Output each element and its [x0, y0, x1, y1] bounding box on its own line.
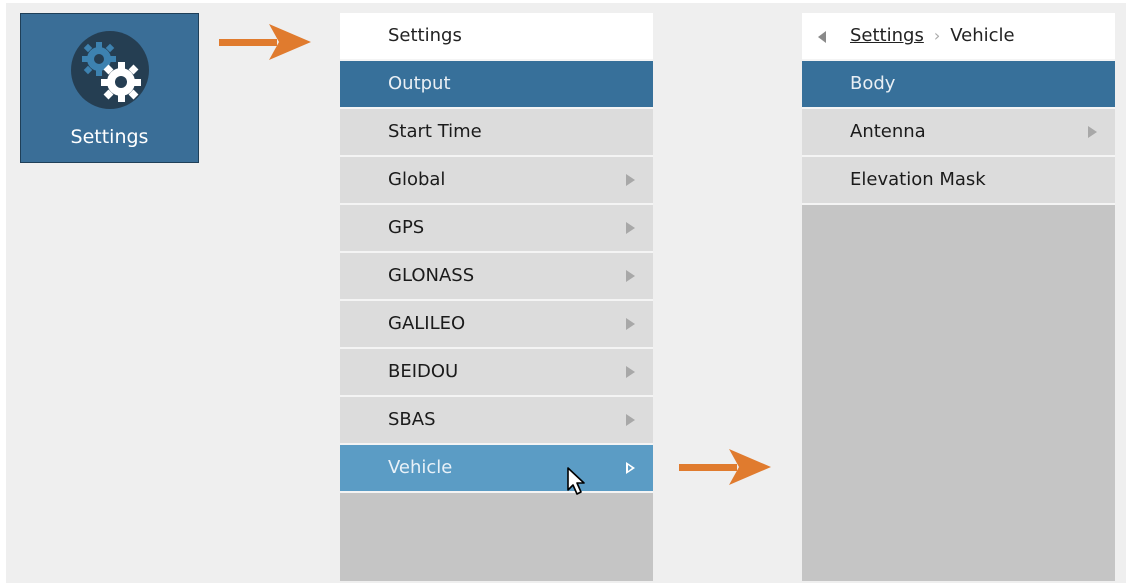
- submenu-item-label: Antenna: [850, 121, 926, 142]
- menu-title: Settings: [388, 25, 462, 46]
- breadcrumb-current: Vehicle: [950, 25, 1015, 46]
- settings-launcher-tile[interactable]: Settings: [20, 13, 199, 163]
- settings-menu: Settings Output Start Time Global GPS GL…: [340, 13, 653, 581]
- breadcrumb: Settings › Vehicle: [802, 13, 1115, 61]
- menu-item-galileo[interactable]: GALILEO: [340, 301, 653, 349]
- submenu-item-label: Body: [850, 73, 896, 94]
- back-arrow-icon[interactable]: [818, 31, 826, 43]
- menu-item-label: GLONASS: [388, 265, 475, 286]
- menu-item-start-time[interactable]: Start Time: [340, 109, 653, 157]
- menu-item-gps[interactable]: GPS: [340, 205, 653, 253]
- flow-arrow-icon: [219, 24, 311, 60]
- chevron-right-icon: [626, 414, 635, 426]
- menu-header: Settings: [340, 13, 653, 61]
- vehicle-submenu: Settings › Vehicle Body Antenna Elevation …: [802, 13, 1115, 581]
- menu-item-label: SBAS: [388, 409, 436, 430]
- menu-item-label: Vehicle: [388, 457, 453, 478]
- chevron-right-icon: [626, 462, 635, 474]
- submenu-item-antenna[interactable]: Antenna: [802, 109, 1115, 157]
- chevron-right-icon: [1088, 126, 1097, 138]
- chevron-right-icon: [626, 222, 635, 234]
- menu-item-output[interactable]: Output: [340, 61, 653, 109]
- chevron-right-icon: [626, 366, 635, 378]
- submenu-item-label: Elevation Mask: [850, 169, 986, 190]
- chevron-right-icon: [626, 318, 635, 330]
- gears-icon: [71, 31, 149, 109]
- menu-item-label: Global: [388, 169, 446, 190]
- menu-item-vehicle[interactable]: Vehicle: [340, 445, 653, 493]
- submenu-item-body[interactable]: Body: [802, 61, 1115, 109]
- submenu-item-elevation-mask[interactable]: Elevation Mask: [802, 157, 1115, 205]
- menu-item-label: BEIDOU: [388, 361, 459, 382]
- menu-item-global[interactable]: Global: [340, 157, 653, 205]
- menu-item-glonass[interactable]: GLONASS: [340, 253, 653, 301]
- breadcrumb-separator-icon: ›: [933, 26, 941, 45]
- menu-item-sbas[interactable]: SBAS: [340, 397, 653, 445]
- chevron-right-icon: [626, 270, 635, 282]
- breadcrumb-parent-link[interactable]: Settings: [850, 25, 924, 46]
- menu-item-label: Start Time: [388, 121, 482, 142]
- menu-item-beidou[interactable]: BEIDOU: [340, 349, 653, 397]
- flow-arrow-icon: [679, 449, 771, 485]
- menu-item-label: GALILEO: [388, 313, 466, 334]
- mouse-cursor-icon: [567, 467, 585, 495]
- settings-launcher-label: Settings: [70, 126, 149, 148]
- menu-item-label: GPS: [388, 217, 425, 238]
- chevron-right-icon: [626, 174, 635, 186]
- menu-item-label: Output: [388, 73, 451, 94]
